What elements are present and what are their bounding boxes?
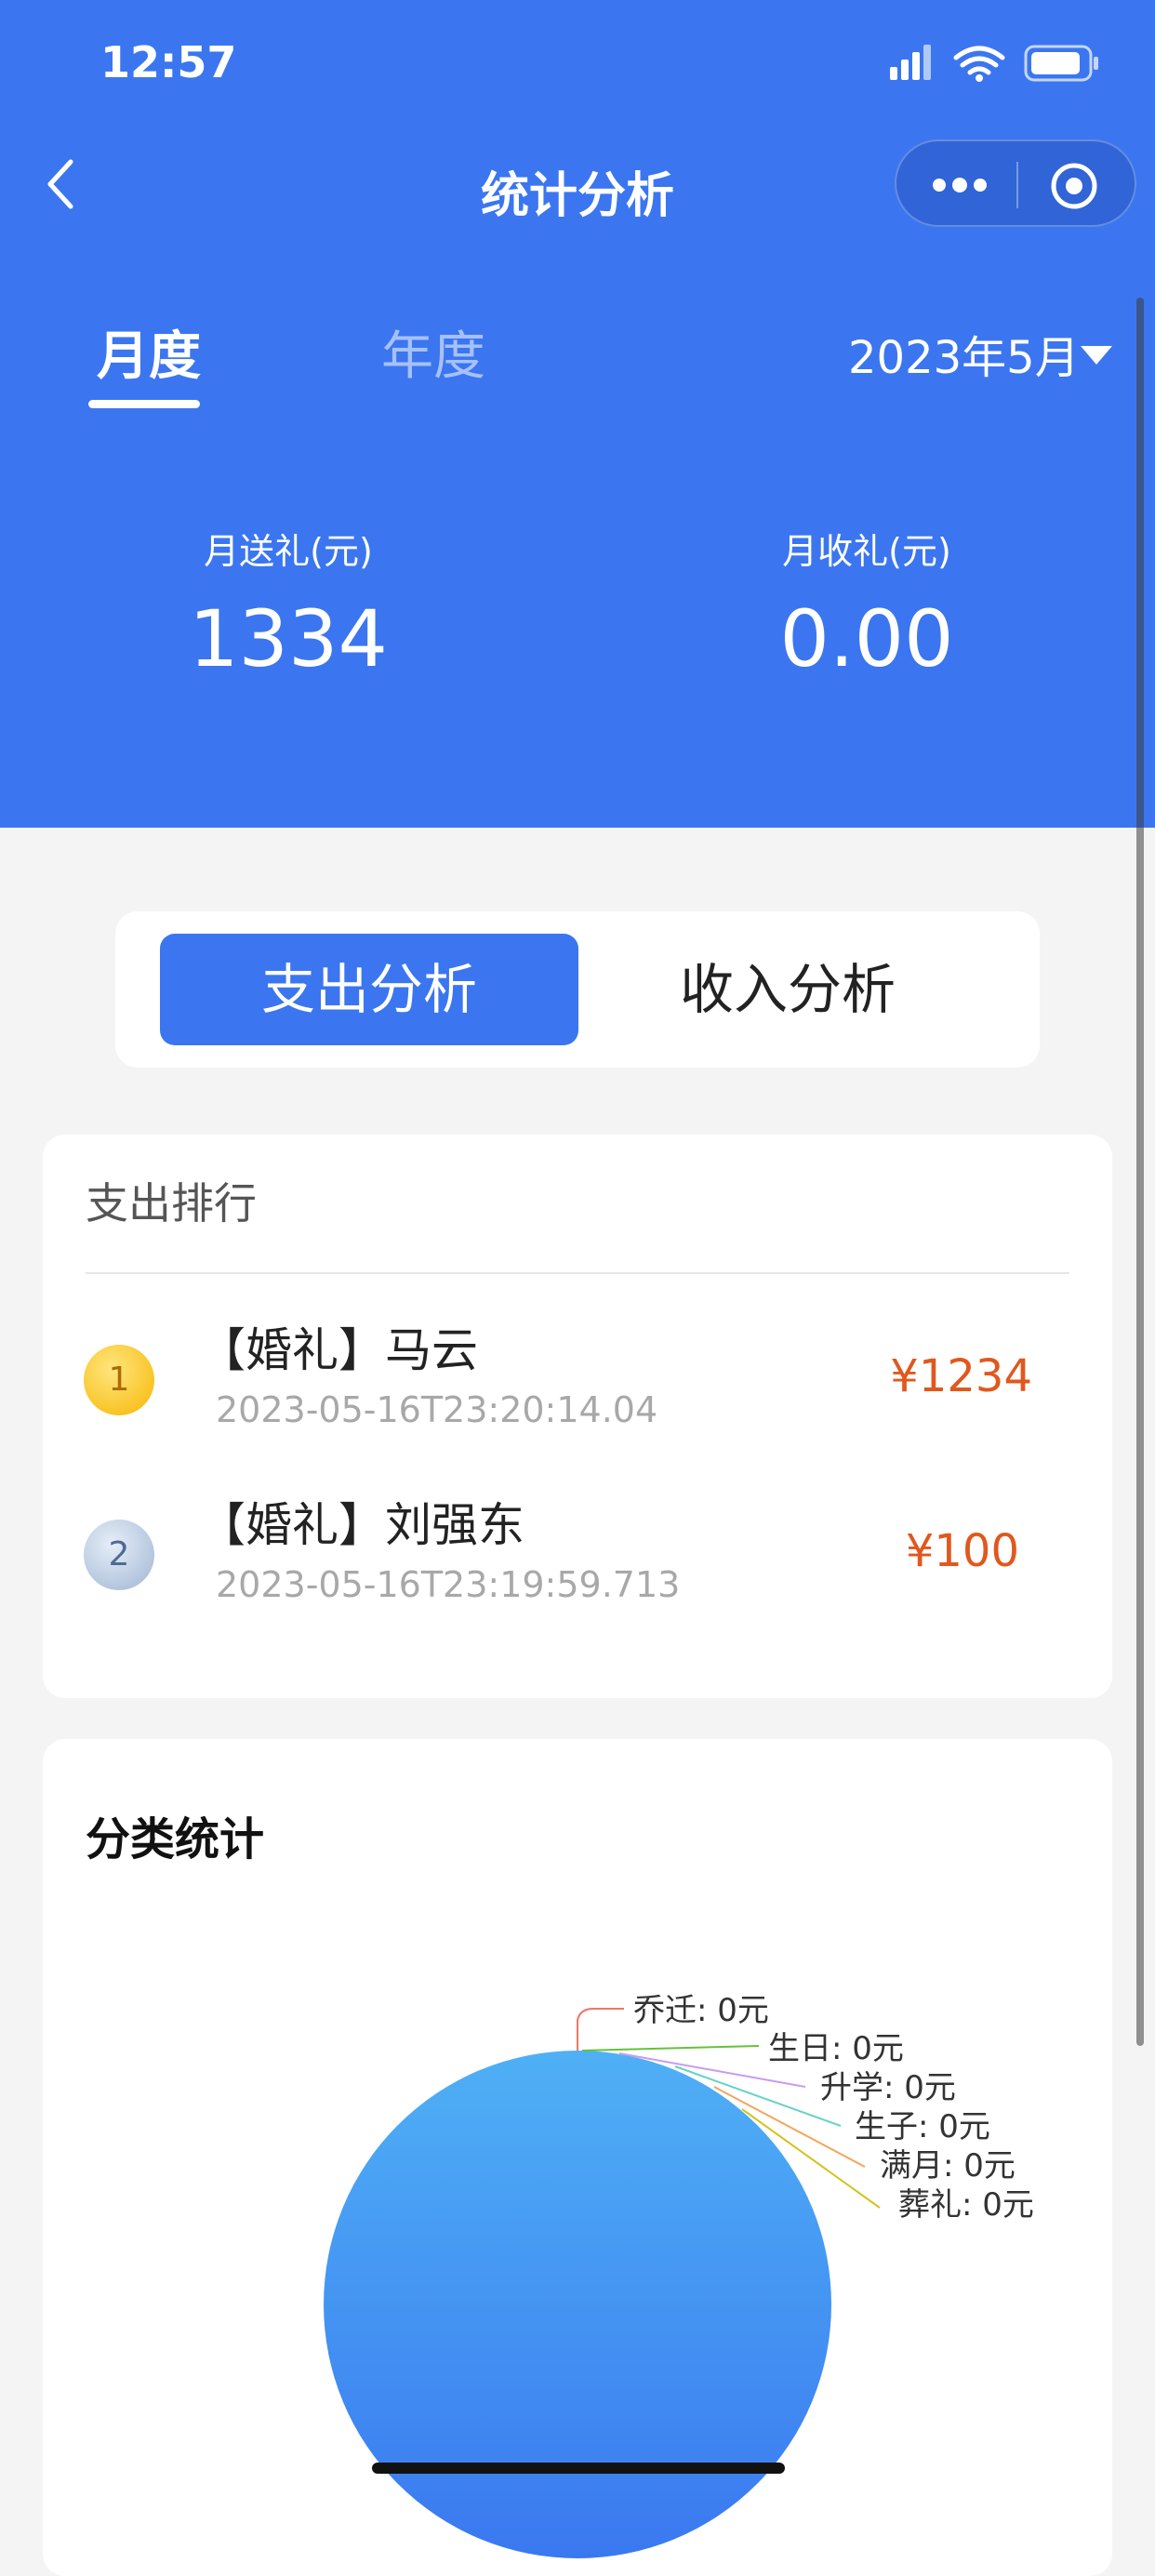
capsule-divider bbox=[1016, 162, 1018, 208]
list-item-name: 【婚礼】刘强东 bbox=[199, 1498, 524, 1552]
expense-ranking-card: 支出排行 1 【婚礼】马云 2023-05-16T23:20:14.04 ¥12… bbox=[43, 1135, 1112, 1698]
pie-label-1: 生日: 0元 bbox=[768, 2030, 904, 2067]
pie-label-3: 生子: 0元 bbox=[855, 2108, 990, 2145]
leader-line-1 bbox=[581, 2045, 760, 2052]
sent-value: 1334 bbox=[189, 593, 388, 684]
leader-line-0 bbox=[577, 2008, 624, 2051]
header-background bbox=[0, 0, 1155, 828]
close-target-icon[interactable] bbox=[1050, 162, 1098, 210]
category-stats-card: 分类统计 乔迁: 0元 生日: 0元 升学: 0元 生子: 0元 满月: 0元 … bbox=[43, 1739, 1112, 2576]
pie-slice-main bbox=[324, 2051, 831, 2558]
caret-down-icon[interactable] bbox=[1079, 344, 1114, 366]
list-item-time: 2023-05-16T23:19:59.713 bbox=[216, 1564, 681, 1605]
battery-icon bbox=[1024, 45, 1098, 82]
mini-program-capsule bbox=[895, 139, 1136, 227]
rank-badge-gold: 1 bbox=[84, 1345, 154, 1415]
category-pie-chart: 乔迁: 0元 生日: 0元 升学: 0元 生子: 0元 满月: 0元 葬礼: 0… bbox=[324, 1992, 1034, 2558]
more-icon[interactable] bbox=[930, 169, 989, 201]
date-picker[interactable]: 2023年5月 bbox=[848, 321, 1080, 386]
sent-label: 月送礼(元) bbox=[204, 531, 373, 572]
list-item-time: 2023-05-16T23:20:14.04 bbox=[216, 1389, 658, 1430]
rank-badge-silver: 2 bbox=[84, 1520, 154, 1590]
tab-underline bbox=[88, 400, 200, 408]
tab-yearly[interactable]: 年度 bbox=[381, 314, 485, 390]
home-indicator bbox=[372, 2463, 785, 2474]
pie-label-2: 升学: 0元 bbox=[820, 2069, 956, 2106]
received-value: 0.00 bbox=[779, 593, 954, 684]
wifi-icon bbox=[953, 46, 1005, 75]
pie-label-4: 满月: 0元 bbox=[880, 2147, 1016, 2184]
pie-label-5: 葬礼: 0元 bbox=[898, 2186, 1034, 2224]
list-item-amount: ¥100 bbox=[905, 1525, 1019, 1577]
expense-analysis-button[interactable]: 支出分析 bbox=[160, 934, 578, 1045]
signal-icon bbox=[890, 45, 931, 80]
list-item-name: 【婚礼】马云 bbox=[199, 1323, 478, 1377]
received-label: 月收礼(元) bbox=[782, 531, 951, 572]
ranking-title: 支出排行 bbox=[86, 1178, 257, 1228]
list-item-amount: ¥1234 bbox=[890, 1350, 1032, 1402]
scrollbar[interactable] bbox=[1136, 298, 1144, 2046]
income-analysis-button[interactable]: 收入分析 bbox=[578, 934, 997, 1045]
status-icons bbox=[890, 45, 1098, 82]
list-item[interactable]: 2 【婚礼】刘强东 2023-05-16T23:19:59.713 ¥100 bbox=[43, 1479, 1112, 1637]
pie-label-0: 乔迁: 0元 bbox=[633, 1992, 769, 2029]
status-time: 12:57 bbox=[100, 37, 237, 87]
analysis-segment-control: 支出分析 收入分析 bbox=[115, 911, 1040, 1068]
tab-monthly[interactable]: 月度 bbox=[97, 314, 201, 390]
list-item[interactable]: 1 【婚礼】马云 2023-05-16T23:20:14.04 ¥1234 bbox=[43, 1304, 1112, 1462]
ranking-divider bbox=[86, 1272, 1069, 1274]
